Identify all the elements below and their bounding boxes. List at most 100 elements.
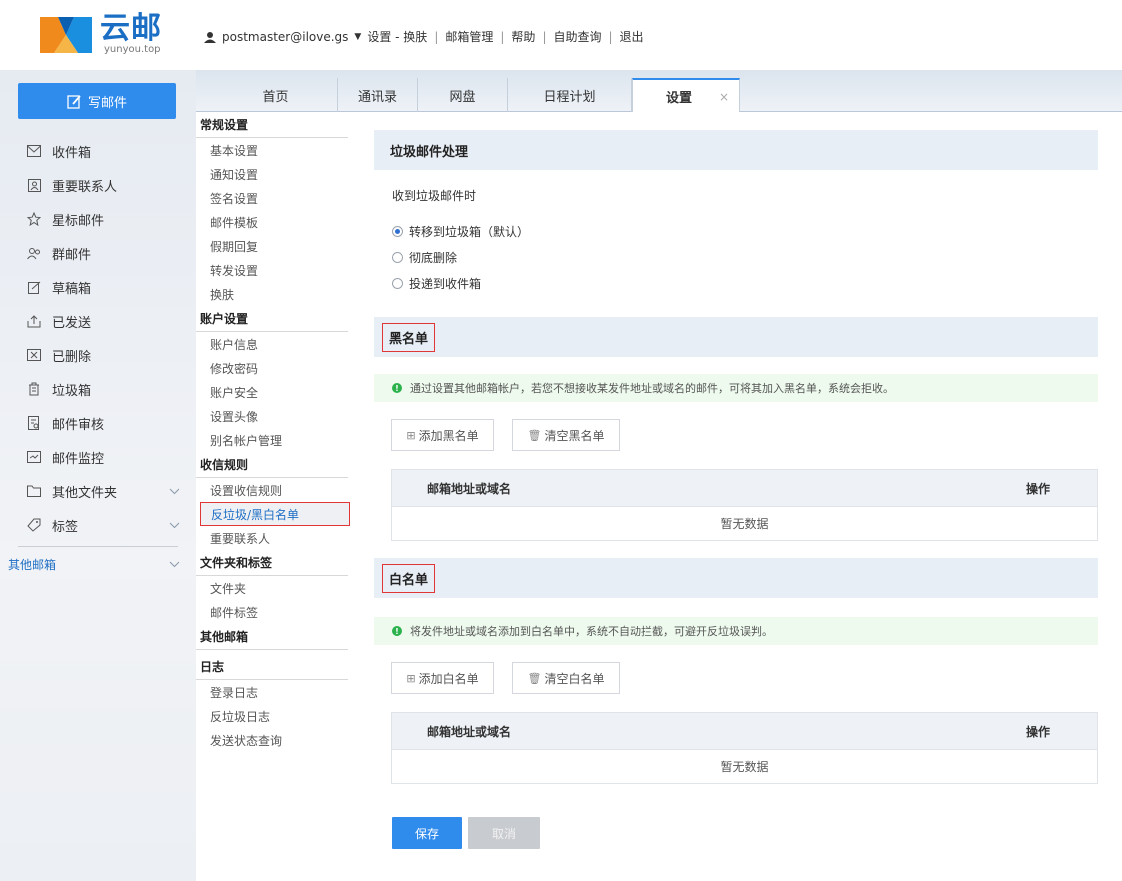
link-help[interactable]: 帮助	[511, 28, 535, 45]
subnav-item-send-status[interactable]: 发送状态查询	[196, 728, 354, 752]
subnav-item-password[interactable]: 修改密码	[196, 356, 354, 380]
user-icon	[204, 31, 216, 43]
subnav-item-signature[interactable]: 签名设置	[196, 186, 354, 210]
subnav-item-forward[interactable]: 转发设置	[196, 258, 354, 282]
sidebar-item-starred[interactable]: 星标邮件	[0, 202, 196, 236]
subnav-item-login-log[interactable]: 登录日志	[196, 680, 354, 704]
sidebar-item-other-mailbox[interactable]: 其他邮箱	[0, 547, 196, 581]
folder-icon	[26, 483, 42, 499]
link-mailbox-admin[interactable]: 邮箱管理	[445, 28, 493, 45]
tab-calendar[interactable]: 日程计划	[508, 78, 632, 112]
section-title: 垃圾邮件处理	[390, 144, 469, 160]
sidebar-item-inbox[interactable]: 收件箱	[0, 134, 196, 168]
sidebar-item-tags[interactable]: 标签	[0, 508, 196, 542]
plus-icon: ⊞	[406, 428, 416, 442]
top-header: 云邮 yunyou.top postmaster@ilove.gs ▼ 设置 -…	[0, 0, 1122, 70]
subnav-item-mail-tags[interactable]: 邮件标签	[196, 600, 354, 624]
trash-icon	[26, 381, 42, 397]
caret-down-icon[interactable]: ▼	[354, 32, 361, 42]
logo[interactable]: 云邮 yunyou.top	[38, 12, 178, 58]
sidebar-item-label: 星标邮件	[52, 213, 105, 229]
column-header-action: 操作	[1025, 481, 1050, 496]
clear-whitelist-button[interactable]: 🗑 清空白名单	[512, 662, 620, 694]
sidebar-item-important-contacts[interactable]: 重要联系人	[0, 168, 196, 202]
button-label: 清空白名单	[544, 671, 605, 686]
radio-label: 转移到垃圾箱（默认）	[409, 224, 530, 239]
sidebar-item-label: 已删除	[52, 349, 92, 365]
folder-menu: 收件箱 重要联系人 星标邮件 群邮件 草稿箱 已发送 已删除 垃圾箱 邮件审核 …	[0, 134, 196, 581]
subnav-item-antispam-log[interactable]: 反垃圾日志	[196, 704, 354, 728]
subnav-item-important-contacts[interactable]: 重要联系人	[196, 526, 354, 550]
trash-icon: 🗑	[527, 428, 542, 442]
tab-label: 设置	[665, 91, 692, 106]
add-whitelist-button[interactable]: ⊞ 添加白名单	[391, 662, 494, 694]
sidebar-item-label: 草稿箱	[52, 281, 92, 297]
draft-icon	[26, 279, 42, 295]
radio-icon[interactable]	[392, 251, 403, 263]
chevron-down-icon[interactable]	[169, 557, 180, 571]
separator: |	[434, 29, 439, 44]
separator: |	[542, 29, 547, 44]
subnav-item-template[interactable]: 邮件模板	[196, 210, 354, 234]
subnav-item-rules[interactable]: 设置收信规则	[196, 478, 354, 502]
clear-blacklist-button[interactable]: 🗑 清空黑名单	[512, 419, 620, 451]
subnav-item-security[interactable]: 账户安全	[196, 380, 354, 404]
sidebar-item-sent[interactable]: 已发送	[0, 304, 196, 338]
tab-bar: 首页 通讯录 网盘 日程计划 设置 ×	[196, 70, 1122, 113]
sidebar-item-group-mail[interactable]: 群邮件	[0, 236, 196, 270]
tab-home[interactable]: 首页	[214, 78, 338, 112]
subnav-item-skin[interactable]: 换肤	[196, 282, 354, 306]
sidebar-item-deleted[interactable]: 已删除	[0, 338, 196, 372]
separator: |	[500, 29, 505, 44]
user-account[interactable]: postmaster@ilove.gs	[222, 30, 348, 44]
logo-title: 云邮	[100, 11, 162, 46]
subnav-group-title: 收信规则	[196, 452, 348, 478]
monitor-icon	[26, 449, 42, 465]
sidebar-item-mail-monitor[interactable]: 邮件监控	[0, 440, 196, 474]
subnav-item-alias[interactable]: 别名帐户管理	[196, 428, 354, 452]
radio-icon[interactable]	[392, 277, 403, 289]
sidebar-item-mail-review[interactable]: 邮件审核	[0, 406, 196, 440]
compose-button[interactable]: 写邮件	[18, 83, 176, 119]
link-logout[interactable]: 退出	[620, 28, 644, 45]
subnav-group-title: 日志	[196, 654, 348, 680]
subnav-item-vacation[interactable]: 假期回复	[196, 234, 354, 258]
cancel-button[interactable]: 取消	[468, 817, 540, 849]
subnav-item-antispam[interactable]: 反垃圾/黑白名单	[200, 502, 350, 526]
subnav-item-avatar[interactable]: 设置头像	[196, 404, 354, 428]
section-blacklist-title: 黑名单	[374, 317, 1098, 357]
contact-icon	[26, 177, 42, 193]
chevron-down-icon[interactable]	[169, 518, 180, 533]
subnav-item-folders[interactable]: 文件夹	[196, 576, 354, 600]
section-title: 白名单	[382, 563, 436, 593]
close-icon[interactable]: ×	[719, 90, 729, 104]
tab-settings[interactable]: 设置 ×	[632, 78, 740, 113]
subnav-group-title: 常规设置	[196, 112, 348, 138]
sidebar-item-trash[interactable]: 垃圾箱	[0, 372, 196, 406]
subnav-item-account-info[interactable]: 账户信息	[196, 332, 354, 356]
chevron-down-icon[interactable]	[169, 484, 180, 499]
subnav-group-title: 文件夹和标签	[196, 550, 348, 576]
button-label: 清空黑名单	[544, 428, 605, 443]
add-blacklist-button[interactable]: ⊞ 添加黑名单	[391, 419, 494, 451]
link-self-query[interactable]: 自助查询	[553, 28, 601, 45]
table-empty-row: 暂无数据	[392, 506, 1097, 540]
radio-option-move-to-trash[interactable]: 转移到垃圾箱（默认）	[392, 222, 529, 240]
inbox-icon	[26, 143, 42, 159]
radio-checked-icon[interactable]	[392, 225, 403, 237]
button-label: 添加白名单	[418, 671, 479, 686]
plus-icon: ⊞	[406, 671, 416, 685]
subnav-item-notify[interactable]: 通知设置	[196, 162, 354, 186]
subnav-group-title[interactable]: 其他邮箱	[196, 624, 348, 650]
sidebar-item-other-folders[interactable]: 其他文件夹	[0, 474, 196, 508]
save-button[interactable]: 保存	[392, 817, 462, 849]
tab-contacts[interactable]: 通讯录	[338, 78, 418, 112]
tab-netdisk[interactable]: 网盘	[418, 78, 508, 112]
subnav-item-basic[interactable]: 基本设置	[196, 138, 354, 162]
radio-option-delete[interactable]: 彻底删除	[392, 248, 457, 266]
link-settings-skin[interactable]: 设置 - 换肤	[367, 28, 427, 45]
deleted-icon	[26, 347, 42, 363]
sidebar-item-drafts[interactable]: 草稿箱	[0, 270, 196, 304]
column-header-address: 邮箱地址或域名	[427, 724, 512, 739]
radio-option-deliver-inbox[interactable]: 投递到收件箱	[392, 274, 481, 292]
